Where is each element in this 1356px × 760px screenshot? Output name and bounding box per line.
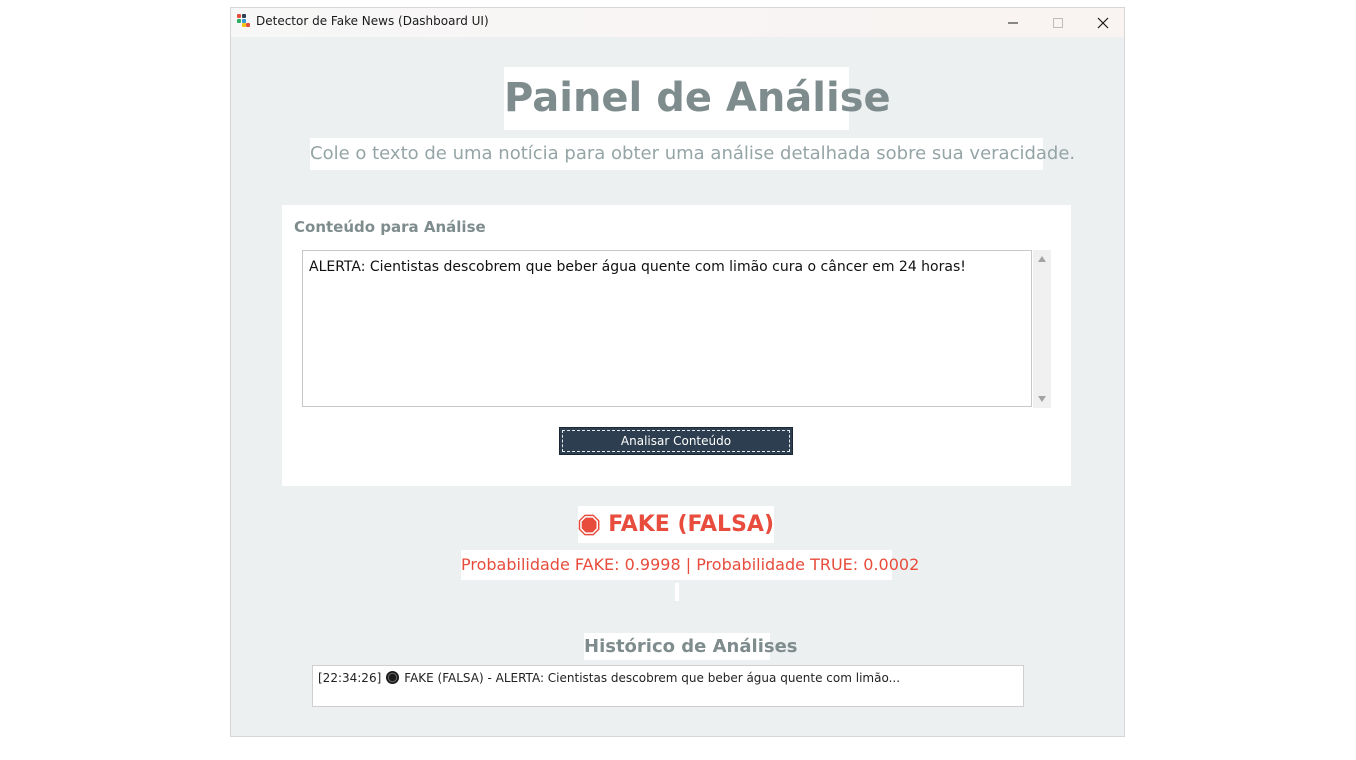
- page-title: Painel de Análise: [504, 67, 891, 130]
- scroll-up-arrow-icon[interactable]: [1038, 256, 1046, 262]
- minimize-icon: [1008, 22, 1018, 23]
- maximize-icon: [1053, 17, 1063, 28]
- history-title: Histórico de Análises: [584, 633, 798, 660]
- text-scrollbar[interactable]: [1033, 250, 1051, 408]
- news-text-input[interactable]: ALERTA: Cientistas descobrem que beber á…: [302, 250, 1032, 407]
- stop-sign-icon: [578, 514, 600, 535]
- minimize-button[interactable]: [990, 8, 1036, 37]
- app-logo-icon: [237, 14, 250, 27]
- divider: [675, 583, 679, 601]
- close-icon: [1097, 17, 1109, 28]
- scroll-down-arrow-icon[interactable]: [1038, 396, 1046, 402]
- close-button[interactable]: [1080, 8, 1126, 37]
- result-badge: FAKE (FALSA): [578, 506, 774, 543]
- history-time: [22:34:26]: [318, 670, 382, 685]
- window-title: Detector de Fake News (Dashboard UI): [256, 14, 489, 28]
- maximize-button[interactable]: [1035, 8, 1081, 37]
- history-list[interactable]: [22:34:26] FAKE (FALSA) - ALERTA: Cienti…: [312, 665, 1024, 707]
- analyze-button[interactable]: Analisar Conteúdo: [559, 427, 793, 455]
- history-text: FAKE (FALSA) - ALERTA: Cientistas descob…: [404, 670, 901, 685]
- probability-text: Probabilidade FAKE: 0.9998 | Probabilida…: [461, 550, 919, 580]
- result-label: FAKE (FALSA): [608, 512, 774, 537]
- title-bar: Detector de Fake News (Dashboard UI): [231, 8, 1124, 37]
- page-subtitle: Cole o texto de uma notícia para obter u…: [310, 138, 1075, 170]
- list-item[interactable]: [22:34:26] FAKE (FALSA) - ALERTA: Cienti…: [318, 670, 900, 685]
- black-circle-icon: [386, 671, 400, 684]
- app-window: Detector de Fake News (Dashboard UI) Pai…: [231, 8, 1124, 736]
- content-label: Conteúdo para Análise: [294, 218, 486, 236]
- input-card: Conteúdo para Análise ALERTA: Cientistas…: [282, 205, 1071, 486]
